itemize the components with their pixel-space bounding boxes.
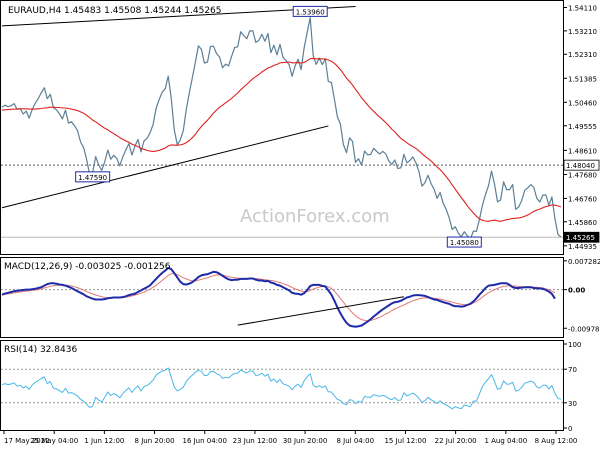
time-tick-label: 30 Jun 20:00 <box>283 437 327 445</box>
price-tick-label: 1.47680 <box>568 172 597 180</box>
time-tick-label: 1 Jun 12:00 <box>84 437 124 445</box>
macd-tick-label: 0.00 <box>568 287 585 295</box>
price-tick-label: 1.53210 <box>568 28 597 36</box>
macd-label: MACD(12,26,9) -0.003025 -0.001256 <box>4 262 171 272</box>
price-annotation-label: 1.45080 <box>450 239 479 247</box>
rsi-tick-label: 100 <box>568 341 581 349</box>
price-annotation-label: 1.53960 <box>296 8 325 16</box>
price-tick-label: 1.48610 <box>568 147 597 155</box>
price-tick-label: 1.45860 <box>568 219 597 227</box>
rsi-label: RSI(14) 32.8436 <box>4 345 77 355</box>
price-level-label: 1.48040 <box>566 162 595 170</box>
time-tick-label: 25 May 04:00 <box>30 437 78 445</box>
rsi-tick-label: 30 <box>568 400 577 408</box>
time-tick-label: 23 Jun 12:00 <box>233 437 277 445</box>
time-tick-label: 1 Aug 04:00 <box>484 437 527 445</box>
time-tick-label: 8 Jul 04:00 <box>337 437 375 445</box>
price-annotation-label: 1.47590 <box>78 174 107 182</box>
macd-tick-label: -0.009787 <box>568 325 600 333</box>
time-tick-label: 8 Aug 12:00 <box>535 437 578 445</box>
time-tick-label: 8 Jun 20:00 <box>135 437 175 445</box>
price-tick-label: 1.46760 <box>568 195 597 203</box>
price-tick-label: 1.50460 <box>568 99 597 107</box>
time-tick-label: 16 Jun 04:00 <box>182 437 226 445</box>
rsi-tick-label: 0 <box>568 425 572 433</box>
time-tick-label: 22 Jul 20:00 <box>435 437 477 445</box>
symbol-header: EURAUD,H4 1.45483 1.45508 1.45244 1.4526… <box>8 6 222 16</box>
price-level-label: 1.45265 <box>566 234 595 242</box>
rsi-tick-label: 70 <box>568 366 577 374</box>
price-tick-label: 1.52310 <box>568 51 597 59</box>
price-tick-label: 1.49555 <box>568 123 597 131</box>
time-tick-label: 15 Jul 12:00 <box>384 437 426 445</box>
watermark: ActionForex.com <box>240 206 390 227</box>
price-tick-label: 1.54110 <box>568 4 597 12</box>
price-tick-label: 1.44935 <box>568 243 597 251</box>
macd-tick-label: 0.007282 <box>568 258 600 266</box>
euraud-chart: 1.54110 1.53210 1.52310 1.51385 1.50460 1.495… <box>0 0 600 450</box>
price-tick-label: 1.51385 <box>568 75 597 83</box>
